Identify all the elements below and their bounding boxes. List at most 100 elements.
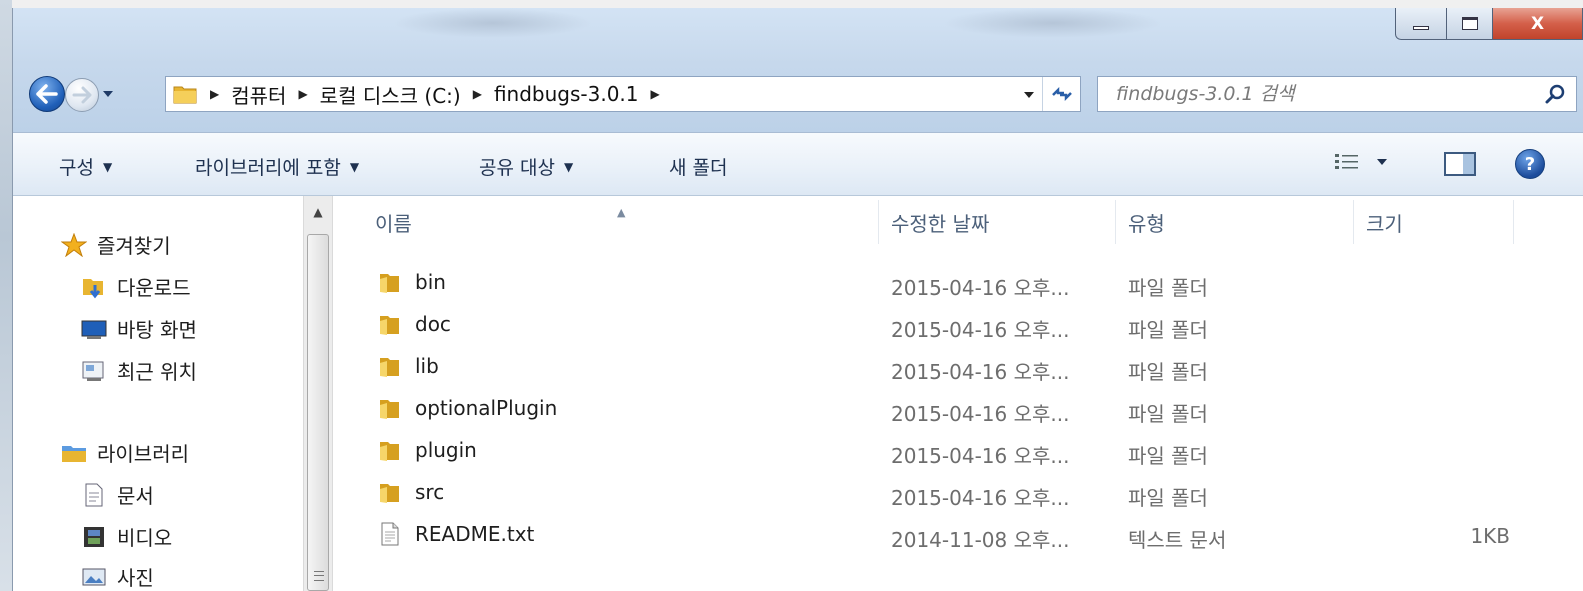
- file-name: bin: [415, 270, 446, 294]
- sidebar-item-label: 즐겨찾기: [97, 234, 171, 258]
- video-icon: [81, 525, 107, 549]
- column-header-size[interactable]: 크기: [1366, 208, 1403, 237]
- document-icon: [81, 483, 107, 507]
- search-box[interactable]: [1097, 76, 1577, 112]
- new-folder-label: 새 폴더: [669, 157, 728, 179]
- file-type: 파일 폴더: [1128, 276, 1208, 300]
- command-bar: 구성 ▼ 라이브러리에 포함 ▼ 공유 대상 ▼ 새 폴더 ?: [13, 132, 1583, 196]
- share-with-button[interactable]: 공유 대상 ▼: [479, 153, 573, 180]
- navigation-scrollbar[interactable]: ▲: [303, 196, 333, 591]
- breadcrumb-local-disk[interactable]: 로컬 디스크 (C:): [320, 80, 461, 109]
- change-view-button[interactable]: [1333, 151, 1389, 173]
- table-row[interactable]: doc 2015-04-16 오후... 파일 폴더: [333, 302, 1583, 344]
- navigation-pane: 즐겨찾기 다운로드 바탕 화면 최근 위치 라이브러리 문서 비디오 사진: [13, 196, 303, 591]
- picture-icon: [81, 565, 107, 589]
- address-dropdown-button[interactable]: [1018, 85, 1040, 105]
- organize-button[interactable]: 구성 ▼: [59, 153, 112, 180]
- search-input[interactable]: [1098, 83, 1518, 105]
- file-name: doc: [415, 312, 451, 336]
- scrollbar-thumb[interactable]: [307, 234, 329, 591]
- sidebar-item-desktop[interactable]: 바탕 화면: [81, 314, 197, 343]
- navigation-row: ▶ 컴퓨터 ▶ 로컬 디스크 (C:) ▶ findbugs-3.0.1 ▶: [13, 72, 1583, 116]
- breadcrumb-findbugs[interactable]: findbugs-3.0.1: [494, 82, 639, 106]
- organize-label: 구성: [59, 157, 94, 179]
- breadcrumb-arrow-icon[interactable]: ▶: [210, 87, 219, 101]
- forward-button[interactable]: [65, 78, 99, 112]
- file-type: 파일 폴더: [1128, 360, 1208, 384]
- preview-pane-button[interactable]: [1443, 151, 1477, 177]
- maximize-button[interactable]: [1447, 8, 1493, 40]
- sidebar-item-libraries[interactable]: 라이브러리: [61, 438, 189, 467]
- file-name: lib: [415, 354, 439, 378]
- sidebar-item-label: 라이브러리: [97, 442, 189, 466]
- sidebar-item-label: 최근 위치: [117, 360, 197, 384]
- file-date: 2015-04-16 오후...: [891, 486, 1070, 510]
- breadcrumb-computer[interactable]: 컴퓨터: [231, 80, 286, 109]
- file-type: 파일 폴더: [1128, 486, 1208, 510]
- folder-icon: [380, 484, 399, 503]
- folder-icon: [380, 442, 399, 461]
- breadcrumb-arrow-icon[interactable]: ▶: [651, 87, 660, 101]
- minimize-icon: [1413, 25, 1429, 30]
- refresh-button[interactable]: [1042, 77, 1080, 111]
- column-header-name[interactable]: 이름: [375, 208, 412, 237]
- table-row[interactable]: README.txt 2014-11-08 오후... 텍스트 문서 1KB: [333, 512, 1583, 554]
- new-folder-button[interactable]: 새 폴더: [669, 153, 727, 180]
- chevron-down-icon: ▼: [349, 159, 360, 174]
- file-type: 텍스트 문서: [1128, 528, 1227, 552]
- sidebar-item-recent-places[interactable]: 최근 위치: [81, 356, 197, 385]
- close-button[interactable]: X: [1493, 8, 1583, 40]
- chevron-down-icon: [1377, 159, 1387, 165]
- column-header-date[interactable]: 수정한 날짜: [891, 208, 989, 237]
- file-date: 2015-04-16 오후...: [891, 276, 1070, 300]
- file-name: plugin: [415, 438, 477, 462]
- table-row[interactable]: lib 2015-04-16 오후... 파일 폴더: [333, 344, 1583, 386]
- column-header-type[interactable]: 유형: [1128, 208, 1165, 237]
- search-icon[interactable]: [1544, 83, 1566, 105]
- table-row[interactable]: src 2015-04-16 오후... 파일 폴더: [333, 470, 1583, 512]
- scroll-up-button[interactable]: ▲: [304, 200, 332, 224]
- sidebar-item-label: 사진: [117, 566, 154, 590]
- chevron-down-icon: ▼: [563, 159, 574, 174]
- include-in-library-button[interactable]: 라이브러리에 포함 ▼: [195, 153, 359, 180]
- table-row[interactable]: optionalPlugin 2015-04-16 오후... 파일 폴더: [333, 386, 1583, 428]
- sidebar-item-videos[interactable]: 비디오: [81, 522, 172, 551]
- library-icon: [61, 441, 87, 465]
- back-button[interactable]: [29, 76, 65, 112]
- help-button[interactable]: ?: [1515, 149, 1545, 179]
- table-row[interactable]: bin 2015-04-16 오후... 파일 폴더: [333, 260, 1583, 302]
- file-size: 1KB: [1470, 524, 1510, 548]
- help-icon: ?: [1524, 153, 1536, 175]
- sidebar-item-documents[interactable]: 문서: [81, 480, 154, 509]
- desktop-background: [0, 0, 12, 591]
- breadcrumb-arrow-icon[interactable]: ▶: [298, 87, 307, 101]
- address-bar[interactable]: ▶ 컴퓨터 ▶ 로컬 디스크 (C:) ▶ findbugs-3.0.1 ▶: [165, 76, 1081, 112]
- sidebar-item-favorites[interactable]: 즐겨찾기: [61, 230, 171, 259]
- table-row[interactable]: plugin 2015-04-16 오후... 파일 폴더: [333, 428, 1583, 470]
- folder-icon: [380, 274, 399, 293]
- file-name: src: [415, 480, 445, 504]
- minimize-button[interactable]: [1395, 8, 1447, 40]
- sidebar-item-pictures[interactable]: 사진: [81, 562, 154, 591]
- file-type: 파일 폴더: [1128, 402, 1208, 426]
- desktop-icon: [81, 317, 107, 341]
- caption-buttons: X: [1395, 8, 1583, 40]
- folder-icon: [380, 358, 399, 377]
- back-arrow-icon: [36, 84, 58, 104]
- sidebar-item-label: 바탕 화면: [117, 318, 197, 342]
- chevron-down-icon: [1024, 92, 1034, 98]
- include-in-library-label: 라이브러리에 포함: [195, 157, 341, 179]
- file-date: 2014-11-08 오후...: [891, 528, 1070, 552]
- sidebar-item-downloads[interactable]: 다운로드: [81, 272, 191, 301]
- share-with-label: 공유 대상: [479, 157, 555, 179]
- text-file-icon: [381, 522, 399, 546]
- chevron-down-icon: ▼: [102, 159, 113, 174]
- file-list: 이름 ▲ 수정한 날짜 유형 크기 bin 2015-04-16 오후... 파…: [333, 196, 1583, 591]
- file-type: 파일 폴더: [1128, 444, 1208, 468]
- star-icon: [61, 232, 87, 257]
- file-date: 2015-04-16 오후...: [891, 318, 1070, 342]
- recent-pages-dropdown[interactable]: [101, 86, 115, 102]
- grip-icon: [314, 571, 324, 581]
- file-date: 2015-04-16 오후...: [891, 444, 1070, 468]
- breadcrumb-arrow-icon[interactable]: ▶: [473, 87, 482, 101]
